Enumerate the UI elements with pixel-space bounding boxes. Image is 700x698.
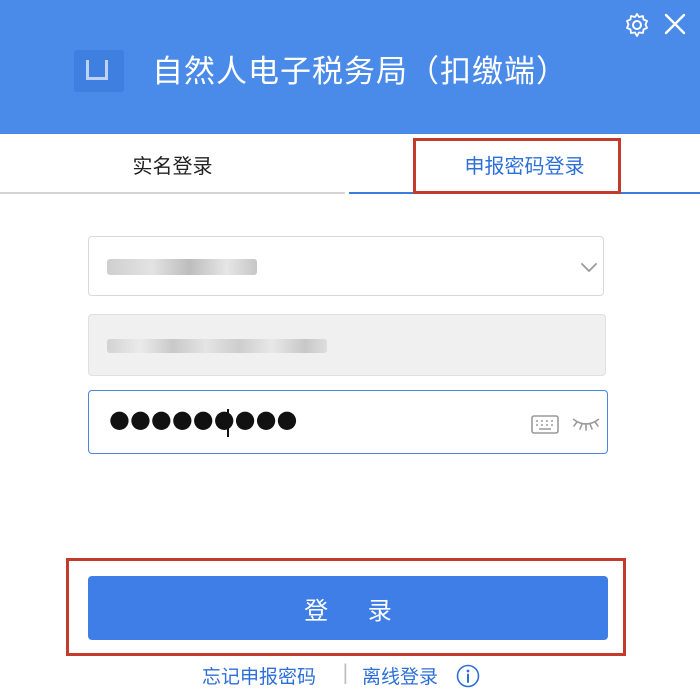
id-number-value: [107, 339, 327, 353]
forgot-password-link[interactable]: 忘记申报密码: [202, 662, 316, 689]
footer-links: 忘记申报密码 | 离线登录: [0, 660, 700, 694]
close-icon[interactable]: [662, 11, 688, 37]
footer-separator: |: [342, 660, 349, 684]
id-number-field: [88, 314, 606, 376]
account-select[interactable]: [88, 236, 604, 296]
chevron-down-icon[interactable]: [579, 257, 599, 277]
offline-login-link[interactable]: 离线登录: [362, 662, 438, 689]
info-icon[interactable]: [456, 664, 480, 688]
title-bar: 自然人电子税务局（扣缴端）: [0, 0, 700, 134]
password-value: ●●●●●●●●●: [109, 405, 298, 433]
highlight-box-tab: [413, 138, 621, 194]
app-logo: [74, 50, 124, 92]
account-select-value: [107, 259, 257, 275]
app-title: 自然人电子税务局（扣缴端）: [152, 54, 568, 90]
keyboard-icon[interactable]: [531, 413, 559, 435]
eye-closed-icon[interactable]: [571, 413, 601, 433]
gear-icon[interactable]: [624, 12, 650, 38]
password-input[interactable]: ●●●●●●●●●: [88, 390, 608, 454]
tab-realname-login[interactable]: 实名登录: [0, 134, 345, 194]
text-cursor: [227, 409, 229, 437]
highlight-box-login: [66, 558, 626, 656]
